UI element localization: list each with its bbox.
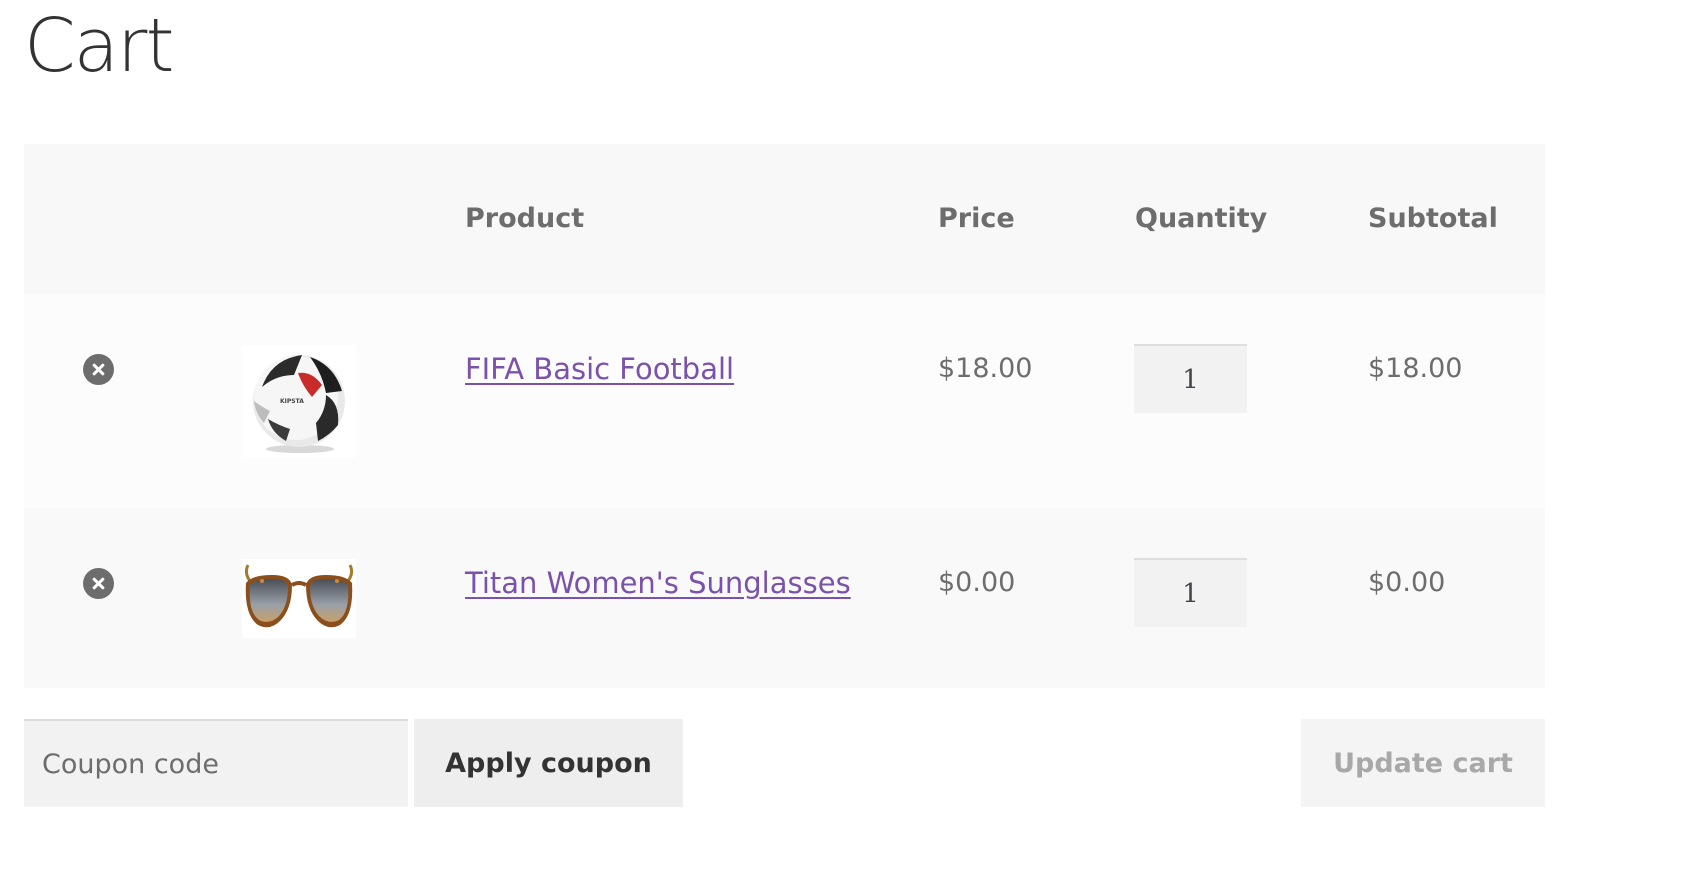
header-product: Product [465,203,585,234]
header-price: Price [938,203,1015,234]
subtotal-value: $0.00 [1368,567,1446,598]
header-quantity: Quantity [1135,203,1268,234]
quantity-input[interactable] [1134,344,1247,413]
update-cart-button[interactable]: Update cart [1301,719,1545,807]
coupon-code-input[interactable] [24,719,408,807]
football-image[interactable]: KIPSTA [242,345,356,458]
quantity-input[interactable] [1134,558,1247,627]
cart-item-row: KIPSTA FIFA Basic Football $18.00 $18.00 [24,294,1545,508]
apply-coupon-button[interactable]: Apply coupon [414,719,683,807]
remove-icon[interactable] [83,568,114,599]
cart-table: Product Price Quantity Subtotal KIPSTA F… [24,144,1545,688]
price-value: $18.00 [938,353,1033,384]
price-value: $0.00 [938,567,1016,598]
product-link[interactable]: FIFA Basic Football [465,351,734,387]
svg-text:KIPSTA: KIPSTA [280,398,304,405]
football-icon: KIPSTA [242,345,356,458]
sunglasses-icon [242,559,356,638]
header-subtotal: Subtotal [1368,203,1498,234]
product-link[interactable]: Titan Women's Sunglasses [465,565,851,601]
cart-table-header: Product Price Quantity Subtotal [24,144,1545,294]
page-title: Cart [24,3,174,89]
cart-item-row: Titan Women's Sunglasses $0.00 $0.00 [24,508,1545,688]
sunglasses-image[interactable] [242,559,356,638]
remove-icon[interactable] [83,354,114,385]
subtotal-value: $18.00 [1368,353,1463,384]
